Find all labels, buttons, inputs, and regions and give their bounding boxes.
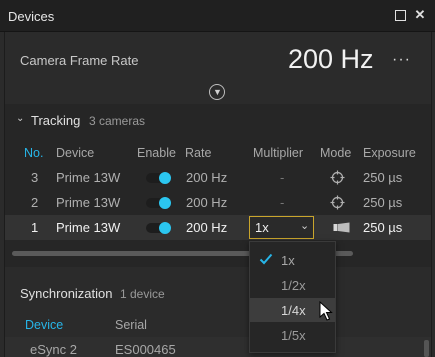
camera-exposure: 250 µs: [363, 195, 403, 210]
camera-multiplier: -: [280, 170, 285, 185]
camera-number: 2: [31, 195, 39, 210]
column-header-rate[interactable]: Rate: [185, 146, 211, 160]
more-options-icon[interactable]: ···: [392, 51, 411, 69]
dropdown-option-label: 1/4x: [281, 303, 306, 318]
table-row-selected[interactable]: 1 Prime 13W 200 Hz 250 µs: [5, 215, 431, 240]
camera-rate: 200 Hz: [186, 170, 228, 185]
camera-rate: 200 Hz: [186, 220, 228, 235]
dropdown-option-1-5x[interactable]: 1/5x: [250, 323, 335, 347]
multiplier-selected-value: 1x: [255, 220, 269, 235]
mouse-cursor-icon: [319, 301, 333, 321]
crosshair-icon[interactable]: [330, 195, 345, 210]
column-header-serial[interactable]: Serial: [115, 318, 147, 332]
vertical-scrollbar[interactable]: [424, 340, 429, 357]
maximize-icon[interactable]: [393, 8, 407, 22]
window-title: Devices: [8, 9, 55, 24]
camera-number: 3: [31, 170, 39, 185]
dropdown-option-label: 1/5x: [281, 328, 306, 343]
crosshair-icon[interactable]: [330, 170, 345, 185]
camera-rate: 200 Hz: [186, 195, 228, 210]
chevron-down-icon: ⌄: [300, 220, 310, 232]
column-header-no[interactable]: No.: [24, 146, 43, 160]
tracking-count: 3 cameras: [89, 114, 146, 128]
table-row[interactable]: 2 Prime 13W 200 Hz - 250 µs: [5, 190, 431, 215]
dropdown-option-label: 1x: [281, 253, 295, 268]
sync-device-name: eSync 2: [30, 342, 77, 357]
camera-exposure: 250 µs: [363, 220, 403, 235]
column-header-mode[interactable]: Mode: [320, 146, 351, 160]
enable-toggle[interactable]: [146, 172, 171, 184]
column-header-device[interactable]: Device: [56, 146, 94, 160]
enable-toggle[interactable]: [146, 197, 171, 209]
panel-border-right: [431, 32, 432, 357]
multiplier-select[interactable]: 1x ⌄: [249, 216, 314, 239]
multiplier-dropdown-menu: 1x 1/2x 1/4x 1/5x: [249, 241, 336, 353]
camera-number: 1: [31, 220, 39, 235]
dropdown-option-1-2x[interactable]: 1/2x: [250, 273, 335, 297]
enable-toggle[interactable]: [146, 222, 171, 234]
chevron-down-icon[interactable]: ⌄: [16, 113, 24, 124]
checkmark-icon: [259, 253, 273, 265]
column-header-multiplier[interactable]: Multiplier: [253, 146, 303, 160]
camera-device: Prime 13W: [56, 220, 121, 235]
frame-rate-label: Camera Frame Rate: [20, 53, 139, 68]
frame-rate-value[interactable]: 200 Hz: [288, 44, 374, 75]
window-titlebar: Devices ✕: [0, 0, 435, 32]
tracking-title[interactable]: Tracking: [31, 113, 80, 128]
dropdown-option-label: 1/2x: [281, 278, 306, 293]
column-header-exposure[interactable]: Exposure: [363, 146, 416, 160]
video-mode-icon[interactable]: [333, 222, 350, 233]
synchronization-count: 1 device: [120, 287, 165, 301]
column-header-device[interactable]: Device: [25, 318, 63, 332]
close-icon[interactable]: ✕: [413, 8, 427, 22]
synchronization-title[interactable]: Synchronization: [20, 286, 113, 301]
sync-device-serial: ES000465: [115, 342, 176, 357]
chevron-down-circle-icon[interactable]: ▼: [209, 84, 225, 100]
camera-multiplier: -: [280, 195, 285, 210]
column-header-enable[interactable]: Enable: [137, 146, 176, 160]
dropdown-option-1x[interactable]: 1x: [250, 248, 335, 272]
camera-device: Prime 13W: [56, 195, 121, 210]
camera-exposure: 250 µs: [363, 170, 403, 185]
camera-device: Prime 13W: [56, 170, 121, 185]
table-row[interactable]: 3 Prime 13W 200 Hz - 250 µs: [5, 165, 431, 190]
